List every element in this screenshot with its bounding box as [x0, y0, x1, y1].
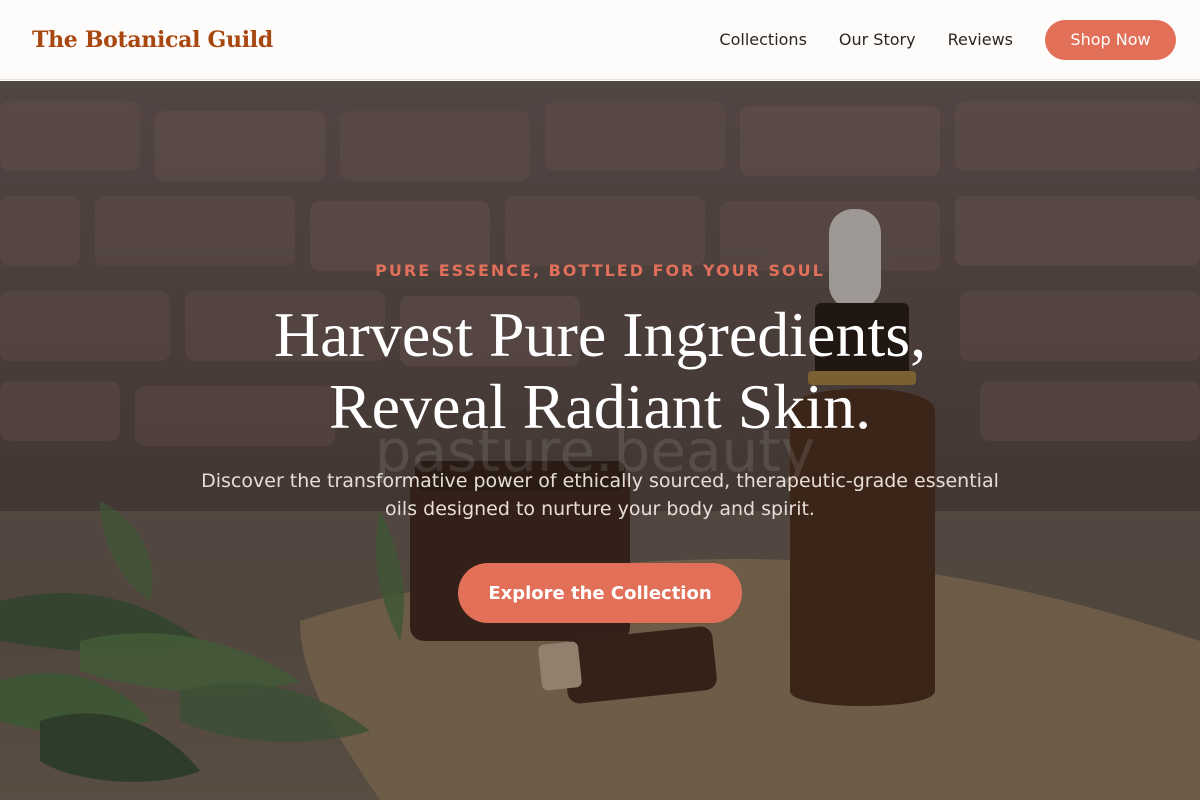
nav-link-our-story[interactable]: Our Story [839, 30, 916, 49]
hero-headline-line2: Reveal Radiant Skin. [328, 371, 872, 442]
nav-link-collections[interactable]: Collections [719, 30, 806, 49]
hero-section: pasture.beauty PURE ESSENCE, BOTTLED FOR… [0, 81, 1200, 800]
brand-logo-link[interactable]: The Botanical Guild [32, 27, 273, 53]
hero-subtext-line1: Discover the transformative power of eth… [201, 470, 999, 492]
main-nav: Collections Our Story Reviews Shop Now [719, 19, 1176, 60]
hero-subtext-line2: oils designed to nurture your body and s… [385, 498, 815, 520]
nav-link-reviews[interactable]: Reviews [948, 30, 1013, 49]
hero-headline-line1: Harvest Pure Ingredients, [273, 299, 927, 370]
hero-content: PURE ESSENCE, BOTTLED FOR YOUR SOUL Harv… [0, 81, 1200, 800]
hero-subtext: Discover the transformative power of eth… [170, 467, 1030, 523]
site-header: The Botanical Guild Collections Our Stor… [0, 0, 1200, 80]
shop-now-button[interactable]: Shop Now [1045, 19, 1176, 60]
hero-headline: Harvest Pure Ingredients, Reveal Radiant… [150, 299, 1050, 443]
explore-collection-button[interactable]: Explore the Collection [458, 563, 742, 623]
hero-eyebrow: PURE ESSENCE, BOTTLED FOR YOUR SOUL [375, 261, 825, 280]
